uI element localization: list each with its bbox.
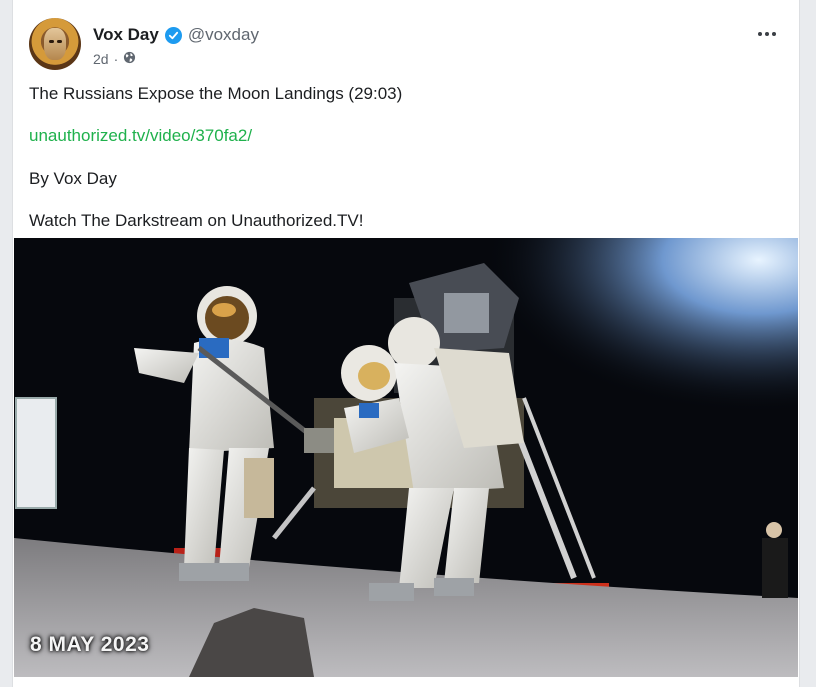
verified-badge-icon: [164, 26, 182, 44]
author-handle[interactable]: @voxday: [188, 25, 259, 45]
post-link[interactable]: unauthorized.tv/video/370fa2/: [29, 126, 252, 146]
avatar-eye-right: [57, 40, 62, 43]
post-header: Vox Day @voxday 2d ·: [29, 18, 783, 72]
author-row: Vox Day @voxday: [93, 25, 259, 45]
post-byline: By Vox Day: [29, 169, 117, 188]
avatar[interactable]: [29, 18, 81, 70]
globe-icon: [123, 51, 136, 67]
post-cta: Watch The Darkstream on Unauthorized.TV!: [29, 211, 364, 230]
avatar-eye-left: [49, 40, 54, 43]
image-date-overlay: 8 MAY 2023: [30, 633, 150, 656]
author-name[interactable]: Vox Day: [93, 25, 159, 45]
more-options-icon[interactable]: [755, 24, 779, 44]
post-card: Vox Day @voxday 2d · The Russians Expose…: [12, 0, 800, 687]
meta-separator: ·: [113, 51, 119, 67]
avatar-face: [44, 28, 66, 60]
post-title: The Russians Expose the Moon Landings (2…: [29, 84, 403, 103]
moon-landing-photo: [14, 238, 798, 677]
post-meta: 2d ·: [93, 51, 136, 67]
post-image[interactable]: 8 MAY 2023: [14, 238, 798, 677]
post-timestamp[interactable]: 2d: [93, 51, 109, 67]
